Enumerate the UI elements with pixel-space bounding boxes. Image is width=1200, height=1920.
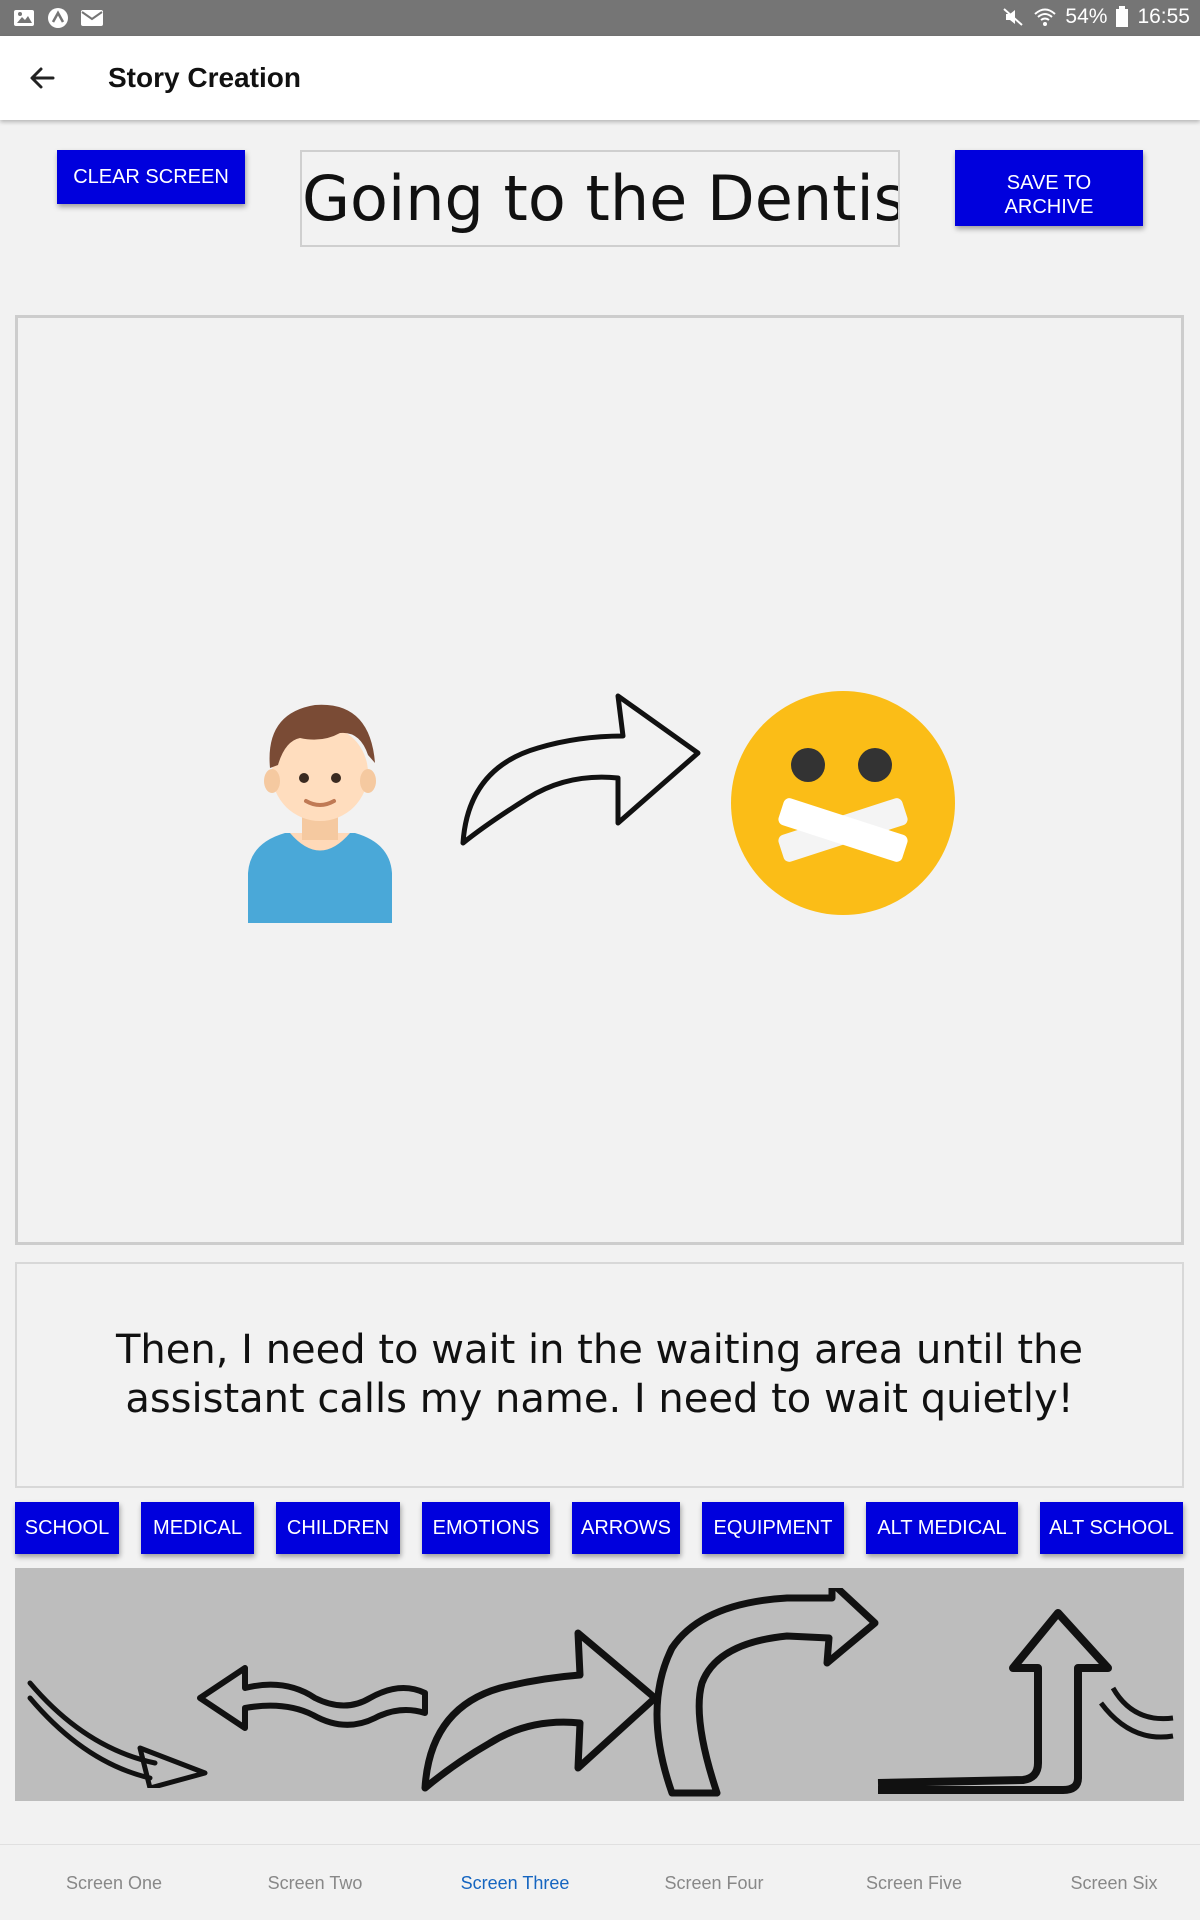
- page-title: Story Creation: [108, 62, 301, 93]
- wavy-arrow-left-icon[interactable]: [195, 1653, 435, 1753]
- app-bar: Story Creation: [0, 36, 1200, 120]
- mail-icon: [81, 10, 103, 26]
- caption-box[interactable]: Then, I need to wait in the waiting area…: [15, 1262, 1184, 1488]
- app-icon: [48, 8, 68, 28]
- back-button[interactable]: [20, 56, 64, 100]
- category-alt-school-button[interactable]: ALT SCHOOL: [1040, 1502, 1183, 1554]
- bottom-nav: Screen One Screen Two Screen Three Scree…: [0, 1844, 1200, 1920]
- category-arrows-button[interactable]: ARROWS: [572, 1502, 680, 1554]
- tab-screen-five[interactable]: Screen Five: [834, 1873, 994, 1894]
- u-turn-arrow-icon[interactable]: [647, 1588, 887, 1798]
- gallery-icon: [14, 10, 34, 26]
- category-school-button[interactable]: SCHOOL: [15, 1502, 119, 1554]
- tab-screen-two[interactable]: Screen Two: [235, 1873, 395, 1894]
- story-canvas[interactable]: [15, 315, 1184, 1245]
- story-title-field[interactable]: Going to the Dentist: [300, 150, 900, 247]
- arrow-down-right-icon[interactable]: [25, 1678, 215, 1788]
- tab-screen-four[interactable]: Screen Four: [634, 1873, 794, 1894]
- corner-arrow-up-icon[interactable]: [873, 1608, 1183, 1798]
- tab-screen-three[interactable]: Screen Three: [435, 1873, 595, 1894]
- category-medical-button[interactable]: MEDICAL: [141, 1502, 254, 1554]
- clear-screen-button[interactable]: CLEAR SCREEN: [57, 150, 245, 204]
- battery-percent: 54%: [1065, 5, 1108, 28]
- curved-arrow-right-icon[interactable]: [420, 1613, 660, 1793]
- category-equipment-button[interactable]: EQUIPMENT: [702, 1502, 844, 1554]
- category-emotions-button[interactable]: EMOTIONS: [422, 1502, 550, 1554]
- story-caption[interactable]: Then, I need to wait in the waiting area…: [100, 1326, 1100, 1424]
- wifi-icon: [1034, 8, 1057, 26]
- status-bar: 54% 16:55: [0, 0, 1200, 36]
- save-to-archive-button[interactable]: SAVE TO ARCHIVE: [955, 150, 1143, 226]
- mute-icon: [1003, 8, 1024, 26]
- battery-icon: [1116, 6, 1129, 27]
- clock: 16:55: [1137, 5, 1190, 28]
- category-children-button[interactable]: CHILDREN: [276, 1502, 400, 1554]
- arrow-left-icon: [30, 67, 55, 89]
- image-palette: [15, 1568, 1184, 1801]
- tab-screen-six[interactable]: Screen Six: [1034, 1873, 1194, 1894]
- category-bar: SCHOOL MEDICAL CHILDREN EMOTIONS ARROWS …: [15, 1502, 1184, 1554]
- boy-icon[interactable]: [240, 693, 400, 923]
- tab-screen-one[interactable]: Screen One: [34, 1873, 194, 1894]
- curved-arrow-icon[interactable]: [458, 688, 708, 848]
- category-alt-medical-button[interactable]: ALT MEDICAL: [866, 1502, 1018, 1554]
- quiet-face-icon[interactable]: [730, 690, 956, 916]
